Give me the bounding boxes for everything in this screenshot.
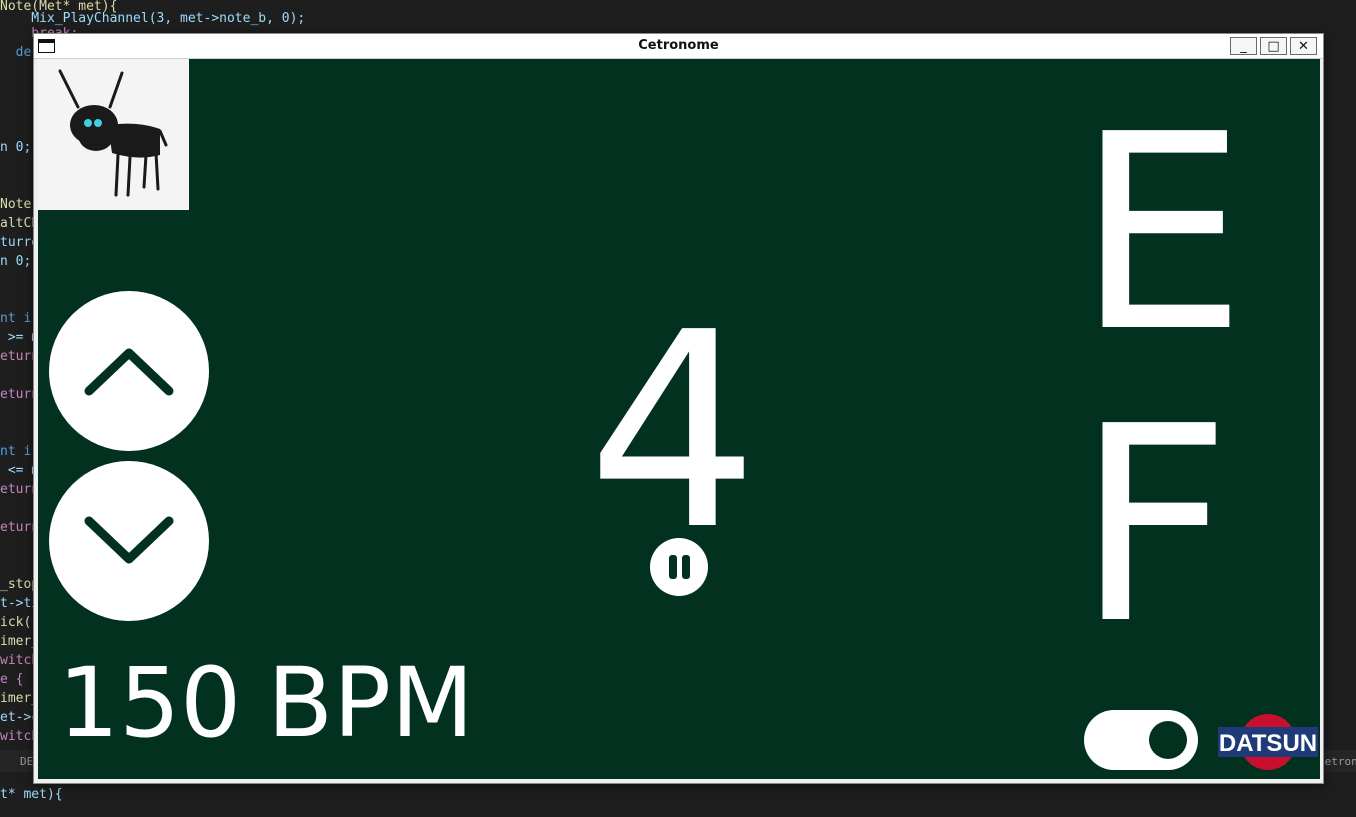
window-title: Cetronome — [638, 38, 719, 53]
chevron-down-icon — [84, 516, 174, 564]
close-button[interactable]: ✕ — [1290, 37, 1317, 55]
chevron-up-icon — [84, 348, 174, 396]
code-line: e { — [0, 672, 24, 687]
current-note: E — [1076, 76, 1247, 391]
pause-icon — [668, 555, 677, 579]
close-icon: ✕ — [1298, 38, 1309, 54]
datsun-logo: DATSUN — [1218, 713, 1318, 771]
toggle-knob — [1149, 721, 1187, 759]
bpm-unit: BPM — [267, 647, 474, 759]
sound-toggle[interactable] — [1084, 710, 1198, 770]
tempo-down-button[interactable] — [49, 461, 209, 621]
code-line: n 0; — [0, 140, 32, 155]
pause-icon — [681, 555, 690, 579]
panel-tab-label[interactable]: DE — [20, 755, 33, 768]
tempo-up-button[interactable] — [49, 291, 209, 451]
brand-logo-text: DATSUN — [1219, 730, 1317, 757]
code-line: n 0; — [0, 254, 32, 269]
metronome-stage: 4 E F 150 BPM DATSUN — [38, 59, 1320, 779]
beat-counter: 4 — [587, 274, 759, 589]
app-window: Cetronome _ □ ✕ 4 E F 150 BPM DATSUN — [33, 33, 1324, 784]
pause-button[interactable] — [650, 538, 708, 596]
code-line: ick( — [0, 615, 32, 630]
code-line: t* met){ — [0, 787, 63, 802]
bpm-display: 150 BPM — [58, 655, 474, 751]
next-note: F — [1076, 368, 1232, 683]
bpm-value: 150 — [58, 647, 242, 759]
donkey-drawing-icon — [38, 59, 189, 210]
minimize-button[interactable]: _ — [1230, 37, 1257, 55]
maximize-button[interactable]: □ — [1260, 37, 1287, 55]
window-titlebar[interactable]: Cetronome _ □ ✕ — [34, 34, 1323, 59]
minimize-icon: _ — [1240, 38, 1247, 54]
maximize-icon: □ — [1267, 38, 1280, 54]
code-line: de — [0, 45, 32, 60]
